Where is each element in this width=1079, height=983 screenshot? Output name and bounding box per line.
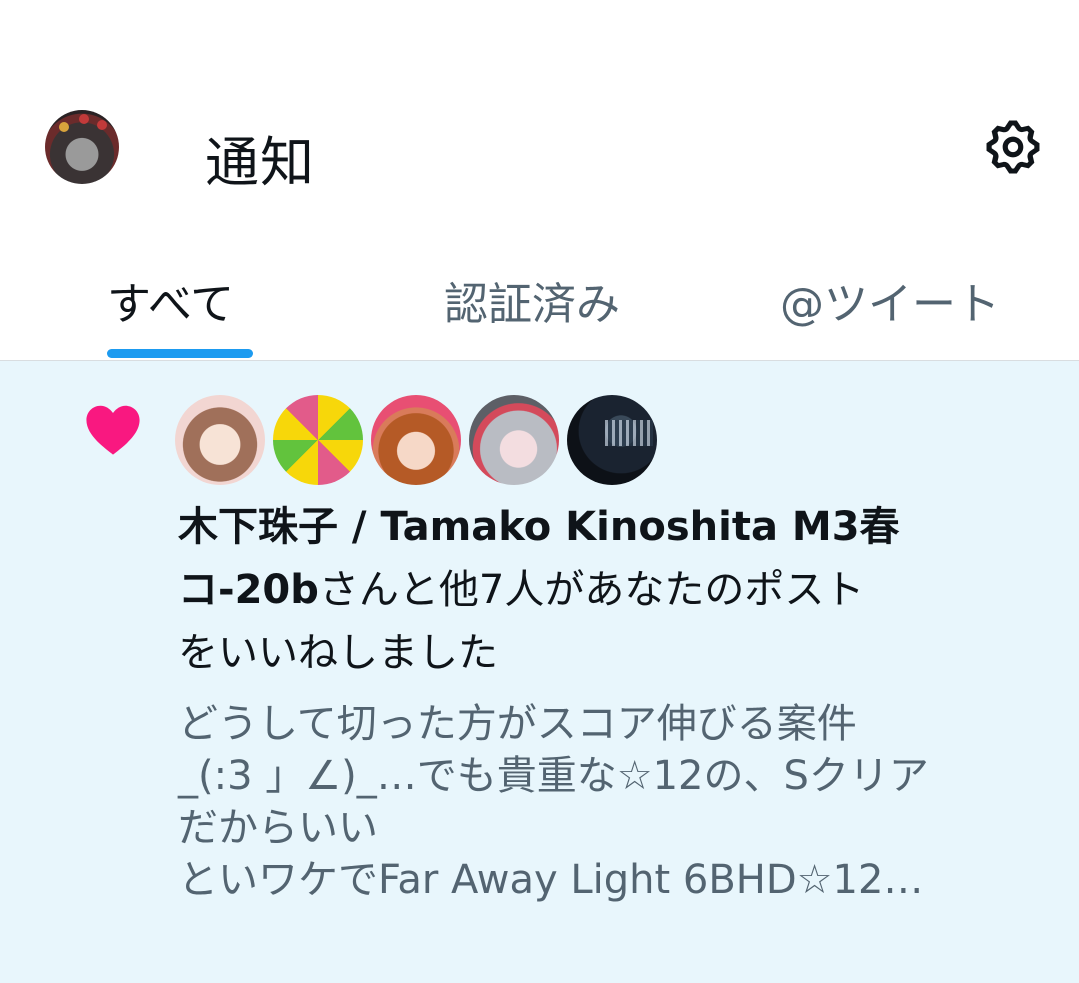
preview-line: だからいい: [178, 805, 378, 851]
active-tab-indicator: [107, 349, 253, 358]
action-text: さんと他7人があなたのポスト: [318, 567, 865, 613]
avatar[interactable]: [273, 395, 363, 485]
tab-verified[interactable]: 認証済み: [444, 268, 620, 332]
avatar[interactable]: [469, 395, 559, 485]
avatar[interactable]: [175, 395, 265, 485]
avatar[interactable]: [371, 395, 461, 485]
preview-line: といワケでFar Away Light 6BHD☆12…: [178, 857, 924, 903]
preview-line: _(:3 」∠)_…でも貴重な☆12の、Sクリア: [178, 753, 929, 799]
actor-name-cont[interactable]: コ-20b: [178, 567, 319, 613]
notification-text: 木下珠子 / Tamako Kinoshita M3春 コ-20bさんと他7人が…: [178, 496, 1048, 685]
notification-tabs: すべて 認証済み @ツイート: [0, 240, 1079, 361]
actor-name[interactable]: 木下珠子 / Tamako Kinoshita M3春: [178, 504, 900, 550]
page-title: 通知: [205, 131, 315, 194]
post-preview: どうして切った方がスコア伸びる案件 _(:3 」∠)_…でも貴重な☆12の、Sク…: [178, 698, 1048, 906]
preview-line: どうして切った方がスコア伸びる案件: [178, 701, 857, 747]
gear-icon[interactable]: [982, 116, 1044, 178]
tab-all[interactable]: すべて: [107, 268, 234, 332]
action-text-cont: をいいねしました: [178, 630, 498, 676]
tab-mentions[interactable]: @ツイート: [780, 268, 1000, 332]
profile-avatar[interactable]: [45, 110, 119, 184]
heart-icon: [86, 405, 140, 455]
avatar[interactable]: [567, 395, 657, 485]
app-header: 通知: [0, 0, 1079, 240]
